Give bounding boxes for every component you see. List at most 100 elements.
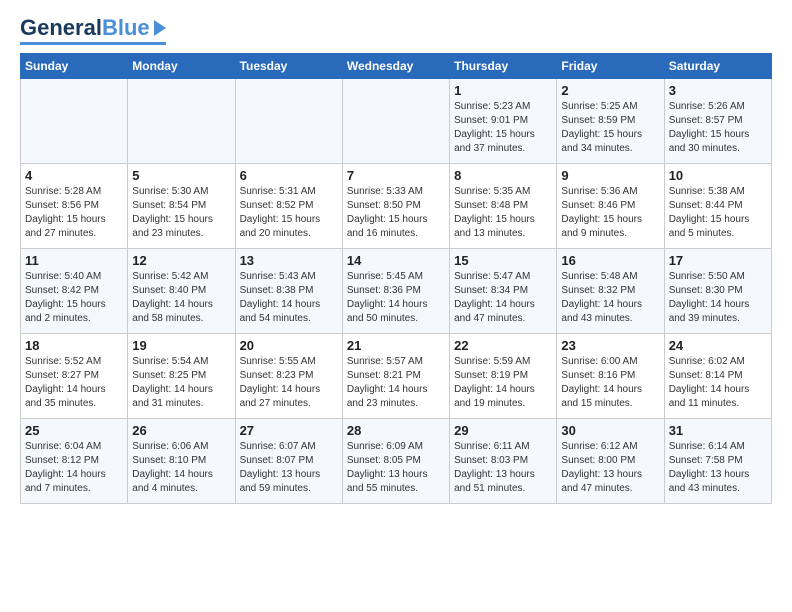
calendar-cell: 7 Sunrise: 5:33 AM Sunset: 8:50 PM Daylig… [342,164,449,249]
calendar-cell: 4 Sunrise: 5:28 AM Sunset: 8:56 PM Daylig… [21,164,128,249]
day-number: 2 [561,83,659,98]
day-number: 14 [347,253,445,268]
day-number: 10 [669,168,767,183]
week-row-5: 25Sunrise: 6:04 AM Sunset: 8:12 PM Dayli… [21,419,772,504]
weekday-header-row: SundayMondayTuesdayWednesdayThursdayFrid… [21,54,772,79]
day-number: 8 [454,168,552,183]
week-row-1: 1 Sunrise: 5:23 AM Sunset: 9:01 PM Daylig… [21,79,772,164]
day-info: Sunrise: 5:36 AM Sunset: 8:46 PM Dayligh… [561,185,659,241]
day-info: Sunrise: 5:54 AM Sunset: 8:25 PM Dayligh… [132,355,230,411]
day-info: Sunrise: 6:00 AM Sunset: 8:16 PM Dayligh… [561,355,659,411]
day-number: 12 [132,253,230,268]
day-info: Sunrise: 5:42 AM Sunset: 8:40 PM Dayligh… [132,270,230,326]
calendar-cell: 3Sunrise: 5:26 AM Sunset: 8:57 PM Daylig… [664,79,771,164]
calendar-cell: 28 Sunrise: 6:09 AM Sunset: 8:05 PM Dayli… [342,419,449,504]
calendar-cell: 11Sunrise: 5:40 AM Sunset: 8:42 PM Dayli… [21,249,128,334]
day-info: Sunrise: 5:47 AM Sunset: 8:34 PM Dayligh… [454,270,552,326]
day-info: Sunrise: 6:02 AM Sunset: 8:14 PM Dayligh… [669,355,767,411]
day-number: 23 [561,338,659,353]
day-number: 3 [669,83,767,98]
day-info: Sunrise: 5:57 AM Sunset: 8:21 PM Dayligh… [347,355,445,411]
weekday-header-sunday: Sunday [21,54,128,79]
day-number: 4 [25,168,123,183]
calendar-cell: 29 Sunrise: 6:11 AM Sunset: 8:03 PM Dayli… [450,419,557,504]
logo: GeneralBlue [20,16,166,45]
day-info: Sunrise: 5:28 AM Sunset: 8:56 PM Dayligh… [25,185,123,241]
week-row-2: 4 Sunrise: 5:28 AM Sunset: 8:56 PM Daylig… [21,164,772,249]
calendar-cell: 9 Sunrise: 5:36 AM Sunset: 8:46 PM Daylig… [557,164,664,249]
day-info: Sunrise: 6:06 AM Sunset: 8:10 PM Dayligh… [132,440,230,496]
day-info: Sunrise: 5:48 AM Sunset: 8:32 PM Dayligh… [561,270,659,326]
day-info: Sunrise: 5:50 AM Sunset: 8:30 PM Dayligh… [669,270,767,326]
day-number: 21 [347,338,445,353]
day-number: 1 [454,83,552,98]
calendar-cell: 8 Sunrise: 5:35 AM Sunset: 8:48 PM Daylig… [450,164,557,249]
calendar-cell: 25Sunrise: 6:04 AM Sunset: 8:12 PM Dayli… [21,419,128,504]
day-info: Sunrise: 6:12 AM Sunset: 8:00 PM Dayligh… [561,440,659,496]
calendar-cell: 15 Sunrise: 5:47 AM Sunset: 8:34 PM Dayli… [450,249,557,334]
weekday-header-tuesday: Tuesday [235,54,342,79]
day-info: Sunrise: 6:11 AM Sunset: 8:03 PM Dayligh… [454,440,552,496]
day-number: 17 [669,253,767,268]
day-info: Sunrise: 5:30 AM Sunset: 8:54 PM Dayligh… [132,185,230,241]
day-info: Sunrise: 5:33 AM Sunset: 8:50 PM Dayligh… [347,185,445,241]
day-info: Sunrise: 5:38 AM Sunset: 8:44 PM Dayligh… [669,185,767,241]
calendar-cell [342,79,449,164]
weekday-header-wednesday: Wednesday [342,54,449,79]
day-number: 24 [669,338,767,353]
day-number: 22 [454,338,552,353]
logo-arrow-icon [154,20,166,36]
calendar-cell [21,79,128,164]
day-info: Sunrise: 6:09 AM Sunset: 8:05 PM Dayligh… [347,440,445,496]
day-number: 9 [561,168,659,183]
calendar-cell: 17 Sunrise: 5:50 AM Sunset: 8:30 PM Dayli… [664,249,771,334]
day-number: 6 [240,168,338,183]
day-info: Sunrise: 6:07 AM Sunset: 8:07 PM Dayligh… [240,440,338,496]
calendar-cell: 24 Sunrise: 6:02 AM Sunset: 8:14 PM Dayli… [664,334,771,419]
day-info: Sunrise: 5:55 AM Sunset: 8:23 PM Dayligh… [240,355,338,411]
calendar-cell [235,79,342,164]
day-info: Sunrise: 5:59 AM Sunset: 8:19 PM Dayligh… [454,355,552,411]
calendar-cell: 12 Sunrise: 5:42 AM Sunset: 8:40 PM Dayli… [128,249,235,334]
day-number: 26 [132,423,230,438]
calendar-cell: 22 Sunrise: 5:59 AM Sunset: 8:19 PM Dayli… [450,334,557,419]
calendar-cell: 26 Sunrise: 6:06 AM Sunset: 8:10 PM Dayli… [128,419,235,504]
day-info: Sunrise: 5:35 AM Sunset: 8:48 PM Dayligh… [454,185,552,241]
calendar-cell: 23 Sunrise: 6:00 AM Sunset: 8:16 PM Dayli… [557,334,664,419]
day-number: 20 [240,338,338,353]
day-number: 18 [25,338,123,353]
day-info: Sunrise: 5:23 AM Sunset: 9:01 PM Dayligh… [454,100,552,156]
calendar-cell: 30Sunrise: 6:12 AM Sunset: 8:00 PM Dayli… [557,419,664,504]
calendar-table: SundayMondayTuesdayWednesdayThursdayFrid… [20,53,772,504]
day-number: 27 [240,423,338,438]
day-number: 28 [347,423,445,438]
header: GeneralBlue [20,16,772,45]
calendar-cell: 2 Sunrise: 5:25 AM Sunset: 8:59 PM Daylig… [557,79,664,164]
day-info: Sunrise: 6:14 AM Sunset: 7:58 PM Dayligh… [669,440,767,496]
day-info: Sunrise: 5:52 AM Sunset: 8:27 PM Dayligh… [25,355,123,411]
calendar-cell: 20 Sunrise: 5:55 AM Sunset: 8:23 PM Dayli… [235,334,342,419]
logo-underline [20,42,166,45]
calendar-cell: 16Sunrise: 5:48 AM Sunset: 8:32 PM Dayli… [557,249,664,334]
calendar-cell: 13Sunrise: 5:43 AM Sunset: 8:38 PM Dayli… [235,249,342,334]
calendar-cell: 21 Sunrise: 5:57 AM Sunset: 8:21 PM Dayli… [342,334,449,419]
day-info: Sunrise: 5:45 AM Sunset: 8:36 PM Dayligh… [347,270,445,326]
day-number: 7 [347,168,445,183]
weekday-header-monday: Monday [128,54,235,79]
day-number: 29 [454,423,552,438]
calendar-cell: 5Sunrise: 5:30 AM Sunset: 8:54 PM Daylig… [128,164,235,249]
calendar-cell: 14 Sunrise: 5:45 AM Sunset: 8:36 PM Dayli… [342,249,449,334]
day-number: 13 [240,253,338,268]
calendar-cell: 1 Sunrise: 5:23 AM Sunset: 9:01 PM Daylig… [450,79,557,164]
week-row-4: 18 Sunrise: 5:52 AM Sunset: 8:27 PM Dayli… [21,334,772,419]
day-number: 19 [132,338,230,353]
calendar-cell: 10 Sunrise: 5:38 AM Sunset: 8:44 PM Dayli… [664,164,771,249]
day-info: Sunrise: 5:31 AM Sunset: 8:52 PM Dayligh… [240,185,338,241]
weekday-header-friday: Friday [557,54,664,79]
calendar-cell: 6 Sunrise: 5:31 AM Sunset: 8:52 PM Daylig… [235,164,342,249]
day-info: Sunrise: 5:25 AM Sunset: 8:59 PM Dayligh… [561,100,659,156]
calendar-cell [128,79,235,164]
calendar-cell: 27 Sunrise: 6:07 AM Sunset: 8:07 PM Dayli… [235,419,342,504]
calendar-cell: 31Sunrise: 6:14 AM Sunset: 7:58 PM Dayli… [664,419,771,504]
day-number: 15 [454,253,552,268]
